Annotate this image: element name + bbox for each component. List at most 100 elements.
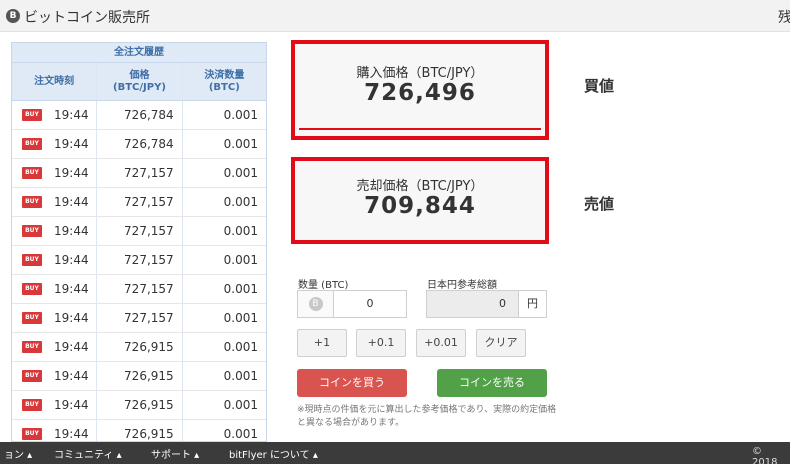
step-plus-0-01-button[interactable]: +0.01 [416,329,466,357]
cell-price: 727,157 [97,188,183,216]
disclaimer-note: ※現時点の件価を元に算出した参考価格であり、実際の約定価格と異なる場合があります… [297,405,557,428]
table-row: BUY 19:44 727,157 0.001 [12,217,266,246]
column-header-qty: 決済数量 (BTC) [204,69,245,93]
cell-time: BUY 19:44 [12,130,98,158]
cell-qty: 0.001 [223,166,258,180]
cell-time: BUY 19:44 [12,362,98,390]
cell-time: BUY 19:44 [12,391,98,419]
time-text: 19:44 [54,166,89,180]
cell-qty: 0.001 [223,224,258,238]
table-row: BUY 19:44 727,157 0.001 [12,275,266,304]
quantity-label: 数量 (BTC) [298,280,349,291]
table-row: BUY 19:44 727,157 0.001 [12,188,266,217]
time-text: 19:44 [54,311,89,325]
footer-nav-about[interactable]: bitFlyer について ▴ [229,446,318,461]
sell-side-label: 売値 [584,195,615,213]
column-header-time: 注文時刻 [12,63,98,100]
jpy-total-field: 0 円 [426,290,547,318]
page-header: B ビットコイン販売所 残 [0,0,790,32]
cell-qty: 0.001 [223,398,258,412]
footer-copyright: © 2018 [752,446,778,464]
cell-qty: 0.001 [223,369,258,383]
btc-coin-icon: B [308,297,323,311]
cell-price: 726,784 [97,130,183,158]
footer-nav-community[interactable]: コミュニティ ▴ [54,446,122,461]
quantity-input[interactable]: B 0 [297,290,407,318]
footer-bar: ョン ▴ コミュニティ ▴ サポート ▴ bitFlyer について ▴ © 2… [0,442,790,464]
order-history-rows: BUY 19:44 726,784 0.001 BUY 19:44 726,784 0.001… [12,101,266,441]
buy-price-label: 購入価格（BTC/JPY） [356,66,484,81]
page-title: ビットコイン販売所 [24,10,150,26]
cell-time: BUY 19:44 [12,420,98,441]
buy-badge: BUY [22,138,42,150]
buy-badge: BUY [22,399,42,411]
buy-badge: BUY [22,167,42,179]
jpy-total-value: 0 [427,291,518,317]
order-history-title: 全注文履歴 [12,43,266,63]
step-plus-0-1-button[interactable]: +0.1 [356,329,406,357]
step-plus-1-button[interactable]: +1 [297,329,347,357]
buy-badge: BUY [22,254,42,266]
time-text: 19:44 [54,427,89,441]
cell-price: 726,915 [97,420,183,441]
sell-price-label: 売却価格（BTC/JPY） [356,179,484,194]
cell-price: 727,157 [97,304,183,332]
time-text: 19:44 [54,195,89,209]
table-row: BUY 19:44 727,157 0.001 [12,159,266,188]
footer-nav-item[interactable]: ョン ▴ [4,446,32,461]
buy-badge: BUY [22,225,42,237]
cell-price: 727,157 [97,275,183,303]
clear-button[interactable]: クリア [476,329,526,357]
order-history-table: 全注文履歴 注文時刻 価格 (BTC/JPY) 決済数量 (BTC) BUY 19… [11,42,267,442]
cell-price: 726,915 [97,391,183,419]
footer-nav-support[interactable]: サポート ▴ [151,446,199,461]
bitcoin-logo-icon: B [6,9,20,23]
cell-qty: 0.001 [223,427,258,441]
table-row: BUY 19:44 727,157 0.001 [12,246,266,275]
btc-coin-icon-box: B [298,291,334,317]
cell-price: 726,915 [97,362,183,390]
cell-time: BUY 19:44 [12,188,98,216]
time-text: 19:44 [54,108,89,122]
cell-price: 726,784 [97,101,183,129]
time-text: 19:44 [54,253,89,267]
buy-badge: BUY [22,428,42,440]
buy-side-label: 買値 [584,77,615,95]
table-row: BUY 19:44 726,784 0.001 [12,130,266,159]
sell-price-value: 709,844 [364,193,476,219]
buy-badge: BUY [22,312,42,324]
cell-price: 726,915 [97,333,183,361]
buy-badge: BUY [22,341,42,353]
time-text: 19:44 [54,282,89,296]
cell-price: 727,157 [97,246,183,274]
buy-badge: BUY [22,283,42,295]
table-row: BUY 19:44 726,915 0.001 [12,420,266,441]
cell-qty: 0.001 [223,195,258,209]
jpy-total-label: 日本円参考総額 [427,280,497,291]
table-row: BUY 19:44 726,915 0.001 [12,333,266,362]
quantity-value[interactable]: 0 [334,291,406,317]
time-text: 19:44 [54,398,89,412]
header-right-text: 残 [778,10,790,26]
time-text: 19:44 [54,369,89,383]
buy-badge: BUY [22,370,42,382]
cell-time: BUY 19:44 [12,159,98,187]
jpy-unit: 円 [518,291,546,317]
buy-price-value: 726,496 [364,80,476,106]
column-header-price: 価格 (BTC/JPY) [97,63,183,100]
cell-price: 727,157 [97,217,183,245]
sell-price-box: 売却価格（BTC/JPY） 709,844 [291,157,549,244]
buy-coin-button[interactable]: コインを買う [297,369,407,397]
cell-time: BUY 19:44 [12,101,98,129]
buy-price-box: 購入価格（BTC/JPY） 726,496 [291,40,549,140]
cell-qty: 0.001 [223,108,258,122]
cell-time: BUY 19:44 [12,275,98,303]
time-text: 19:44 [54,340,89,354]
buy-badge: BUY [22,196,42,208]
buy-badge: BUY [22,109,42,121]
table-row: BUY 19:44 726,915 0.001 [12,362,266,391]
time-text: 19:44 [54,224,89,238]
sell-coin-button[interactable]: コインを売る [437,369,547,397]
cell-qty: 0.001 [223,311,258,325]
cell-qty: 0.001 [223,282,258,296]
